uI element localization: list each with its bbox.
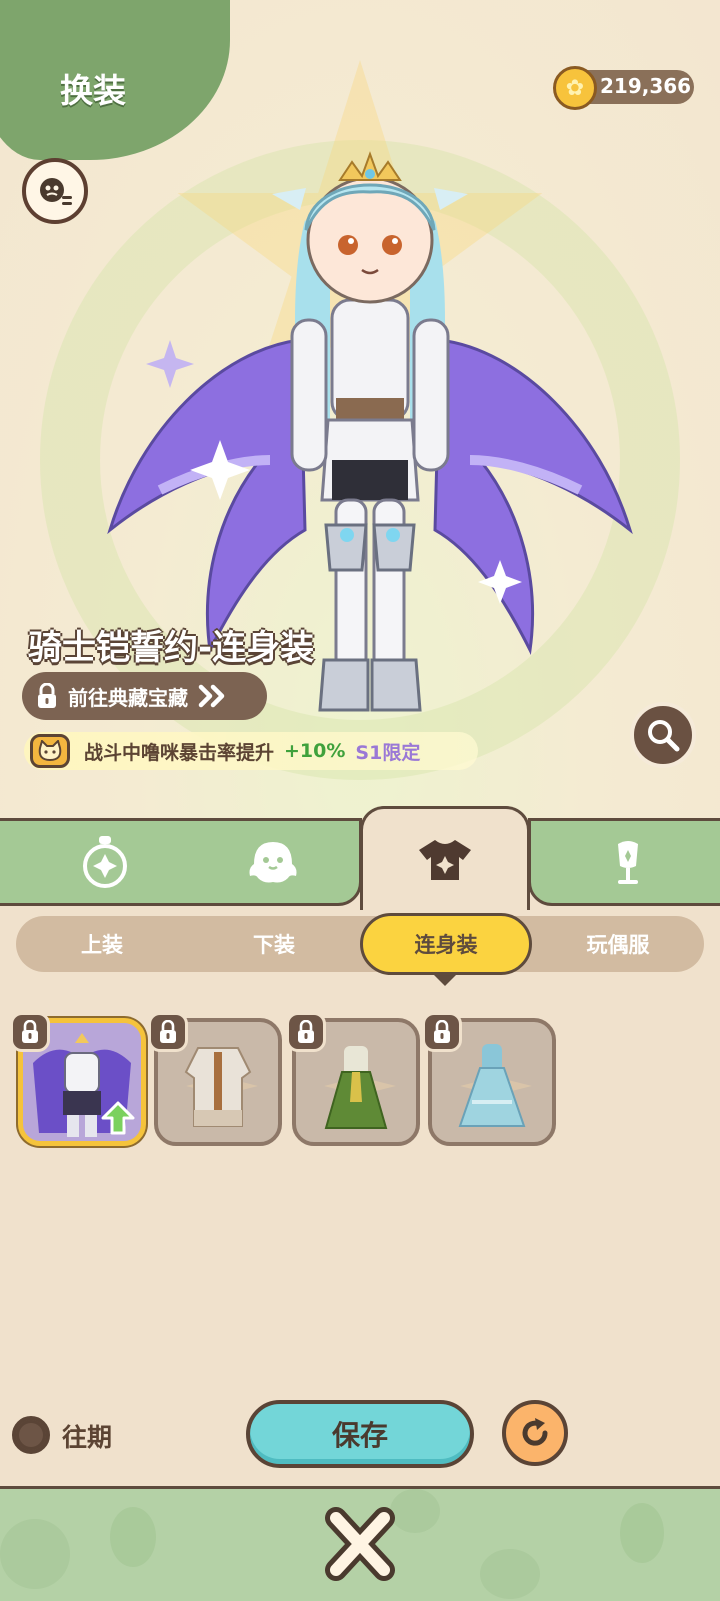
subcategory-tabs: 上装 下装 连身装 玩偶服: [16, 913, 704, 975]
coin-icon: ✿: [553, 66, 597, 110]
emote-button[interactable]: [22, 158, 88, 224]
outfit-bonus-bar: 战斗中噜咪暴击率提升 +10% S1限定: [24, 732, 478, 770]
subtab-costume[interactable]: 玩偶服: [532, 916, 704, 972]
subtab-onepiece[interactable]: 连身装: [360, 913, 532, 975]
mannequin-icon: [618, 841, 638, 884]
item-lock-icon: [422, 1012, 462, 1052]
shirt-icon: [419, 839, 471, 880]
goto-treasure-button[interactable]: 前往典藏宝藏: [22, 672, 267, 720]
active-subtab-pointer: [431, 972, 459, 986]
cat-face-icon: [30, 734, 70, 768]
coin-balance: 219,366: [600, 74, 692, 98]
subtab-top[interactable]: 上装: [16, 916, 188, 972]
goto-treasure-label: 前往典藏宝藏: [68, 685, 188, 710]
save-button[interactable]: 保存: [246, 1400, 474, 1468]
page-title: 换装: [60, 71, 126, 110]
item-lock-icon: [10, 1012, 50, 1052]
emote-icon: [40, 178, 72, 205]
refresh-icon: [522, 1418, 548, 1446]
bonus-limit-tag: S1限定: [355, 741, 421, 764]
past-season-toggle[interactable]: [12, 1416, 50, 1454]
ghost-icon: [249, 842, 297, 883]
outfit-name: 骑士铠誓约-连身装: [28, 628, 315, 668]
bonus-text: 战斗中噜咪暴击率提升: [84, 741, 275, 764]
subtab-bottom[interactable]: 下装: [188, 916, 360, 972]
past-season-label: 往期: [62, 1423, 113, 1452]
item-lock-icon: [148, 1012, 188, 1052]
badge-icon: [83, 836, 127, 888]
reset-button[interactable]: [502, 1400, 568, 1466]
double-chevron-right-icon: [198, 684, 225, 708]
tab-ghost[interactable]: [230, 826, 316, 898]
close-icon[interactable]: [322, 1500, 398, 1590]
item-lock-icon: [286, 1012, 326, 1052]
zoom-button[interactable]: [630, 702, 696, 768]
tab-mannequin[interactable]: [528, 818, 720, 906]
upgrade-arrow-icon: [101, 1101, 135, 1135]
tab-badge[interactable]: [62, 826, 148, 898]
tab-outfit[interactable]: [360, 806, 530, 910]
bonus-value: +10%: [284, 740, 346, 762]
lock-icon: [38, 683, 56, 708]
magnifier-icon: [648, 720, 680, 752]
